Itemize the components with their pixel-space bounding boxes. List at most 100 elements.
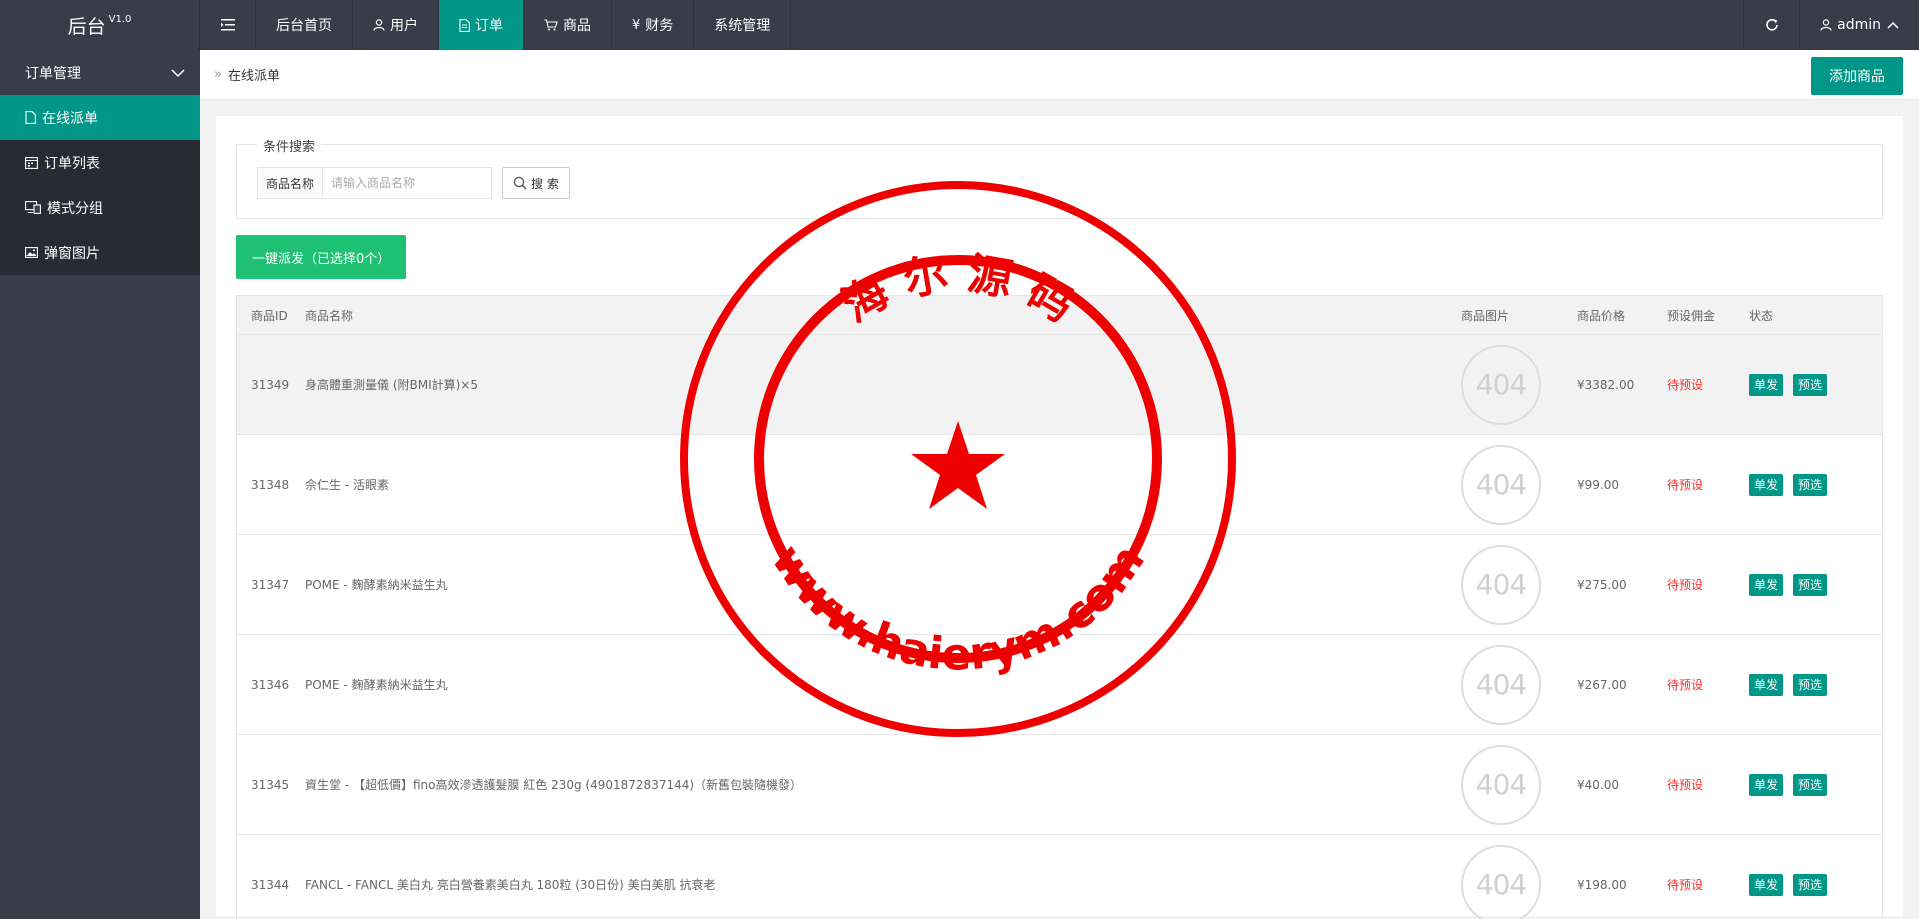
single-send-button[interactable]: 单发 xyxy=(1749,873,1784,896)
cell-id: 31344 xyxy=(251,877,290,892)
image-icon xyxy=(25,247,38,258)
nav-home[interactable]: 后台首页 xyxy=(256,0,353,50)
search-button[interactable]: 搜 索 xyxy=(502,167,570,199)
single-send-button[interactable]: 单发 xyxy=(1749,373,1784,396)
cell-price: ¥99.00 xyxy=(1577,477,1619,492)
cell-id: 31348 xyxy=(251,477,290,492)
nav-finance[interactable]: ¥ 财务 xyxy=(612,0,695,50)
nav-products[interactable]: 商品 xyxy=(524,0,612,50)
col-header-price[interactable]: 商品价格 xyxy=(1577,307,1667,324)
top-nav: 后台首页 用户 订单 商品 ¥ 财务 系统管理 xyxy=(200,0,792,50)
nav-users[interactable]: 用户 xyxy=(353,0,439,50)
bulk-dispatch-button[interactable]: 一键派发（已选择0个） xyxy=(236,235,407,279)
table-row[interactable]: 31346 POME - 麴酵素納米益生丸 404 ¥267.00 待预设 单发 预选 xyxy=(237,635,1882,735)
cell-commission: 待预设 xyxy=(1667,578,1704,592)
yen-icon: ¥ xyxy=(632,17,641,33)
double-chevron-right-icon: » xyxy=(214,67,222,82)
sidebar-item-popup-image[interactable]: 弹窗图片 xyxy=(0,230,200,275)
single-send-button[interactable]: 单发 xyxy=(1749,473,1784,496)
product-name-input[interactable] xyxy=(322,167,493,199)
breadcrumb-current: 在线派单 xyxy=(227,69,280,84)
preselect-button[interactable]: 预选 xyxy=(1793,773,1828,796)
preselect-button[interactable]: 预选 xyxy=(1793,873,1828,896)
nav-products-label: 商品 xyxy=(563,18,591,34)
cell-image: 404 xyxy=(1461,644,1577,725)
sidebar-item-label: 弹窗图片 xyxy=(44,245,100,262)
nav-home-label: 后台首页 xyxy=(276,18,332,34)
breadcrumb: » 在线派单 添加商品 xyxy=(200,50,1919,100)
preselect-button[interactable]: 预选 xyxy=(1793,373,1828,396)
col-header-status[interactable]: 状态 xyxy=(1749,307,1869,324)
sidebar-submenu: 在线派单 订单列表 模式分组 弹窗图片 xyxy=(0,95,200,275)
sidebar-item-label: 订单列表 xyxy=(44,155,100,172)
cell-price: ¥275.00 xyxy=(1577,577,1627,592)
single-send-button[interactable]: 单发 xyxy=(1749,773,1784,796)
col-header-image[interactable]: 商品图片 xyxy=(1461,307,1577,324)
cell-actions: 单发 预选 xyxy=(1749,373,1869,396)
table-row[interactable]: 31344 FANCL - FANCL 美白丸 亮白營養素美白丸 180粒 (30… xyxy=(237,835,1882,919)
cell-image: 404 xyxy=(1461,344,1577,425)
cell-price: ¥40.00 xyxy=(1577,777,1619,792)
user-icon xyxy=(1820,19,1832,31)
product-name-label: 商品名称 xyxy=(257,167,323,199)
col-header-id[interactable]: 商品ID xyxy=(237,307,305,324)
header-right: admin xyxy=(1743,0,1919,50)
table-row[interactable]: 31345 資生堂 - 【超低價】fino高效滲透護髮膜 紅色 230g (490… xyxy=(237,735,1882,835)
logo-text: 后台 xyxy=(67,15,106,38)
cell-price: ¥198.00 xyxy=(1577,877,1627,892)
sidebar: 订单管理 在线派单 订单列表 模式分组 弹窗图片 xyxy=(0,50,200,919)
preselect-button[interactable]: 预选 xyxy=(1793,673,1828,696)
single-send-button[interactable]: 单发 xyxy=(1749,673,1784,696)
table-row[interactable]: 31349 身高體重測量儀 (附BMI計算)×5 404 ¥3382.00 待预设 单发预… xyxy=(237,335,1882,435)
cell-image: 404 xyxy=(1461,544,1577,625)
table-row[interactable]: 31348 佘仁生 - 活眼素 404 ¥99.00 待预设 单发 预选 xyxy=(237,435,1882,535)
cart-icon xyxy=(544,19,558,31)
sidebar-item-label: 在线派单 xyxy=(42,110,98,127)
cell-name: 佘仁生 - 活眼素 xyxy=(305,478,389,492)
nav-orders[interactable]: 订单 xyxy=(439,0,524,50)
image-placeholder-404: 404 xyxy=(1461,744,1541,825)
cell-commission: 待预设 xyxy=(1667,378,1704,392)
sidebar-item-mode-group[interactable]: 模式分组 xyxy=(0,185,200,230)
chevron-down-icon xyxy=(171,68,185,77)
user-icon xyxy=(373,19,385,31)
sidebar-item-online-dispatch[interactable]: 在线派单 xyxy=(0,95,200,140)
document-icon xyxy=(459,18,470,32)
top-header: 后台 V1.0 后台首页 用户 订单 商品 ¥ 财务 系统管理 admin xyxy=(0,0,1919,50)
image-placeholder-404: 404 xyxy=(1461,544,1541,625)
calendar-icon xyxy=(25,156,38,169)
cell-actions: 单发 预选 xyxy=(1749,673,1869,696)
cell-id: 31345 xyxy=(251,777,290,792)
user-menu[interactable]: admin xyxy=(1799,0,1919,50)
monitor-icon xyxy=(25,201,41,214)
document-icon xyxy=(25,111,36,124)
cell-name: POME - 麴酵素納米益生丸 xyxy=(305,578,448,592)
col-header-name[interactable]: 商品名称 xyxy=(305,307,1461,324)
menu-fold-icon xyxy=(220,19,235,31)
search-button-label: 搜 索 xyxy=(531,176,559,191)
cell-name: 資生堂 - 【超低價】fino高效滲透護髮膜 紅色 230g (49018728… xyxy=(305,778,803,792)
refresh-button[interactable] xyxy=(1743,0,1799,50)
sidebar-group-orders[interactable]: 订单管理 xyxy=(0,50,200,95)
cell-image: 404 xyxy=(1461,744,1577,825)
cell-name: FANCL - FANCL 美白丸 亮白營養素美白丸 180粒 (30日份) 美… xyxy=(305,878,716,892)
preselect-button[interactable]: 预选 xyxy=(1793,573,1828,596)
cell-name: POME - 麴酵素納米益生丸 xyxy=(305,678,448,692)
search-fieldset: 条件搜索 商品名称 搜 索 xyxy=(236,136,1883,219)
single-send-button[interactable]: 单发 xyxy=(1749,573,1784,596)
search-icon xyxy=(513,176,527,190)
cell-id: 31347 xyxy=(251,577,290,592)
add-product-button[interactable]: 添加商品 xyxy=(1811,57,1903,95)
content-panel: 条件搜索 商品名称 搜 索 一键派发（已选择0个） 商品ID 商品名称 商品图片… xyxy=(216,116,1903,919)
chevron-up-icon xyxy=(1887,21,1899,29)
sidebar-toggle-button[interactable] xyxy=(200,0,256,50)
nav-system[interactable]: 系统管理 xyxy=(694,0,792,50)
refresh-icon xyxy=(1765,18,1778,31)
cell-price: ¥3382.00 xyxy=(1577,377,1635,392)
col-header-commission[interactable]: 预设佣金 xyxy=(1667,307,1749,324)
image-placeholder-404: 404 xyxy=(1461,844,1541,919)
table-row[interactable]: 31347 POME - 麴酵素納米益生丸 404 ¥275.00 待预设 单发 预选 xyxy=(237,535,1882,635)
sidebar-item-order-list[interactable]: 订单列表 xyxy=(0,140,200,185)
preselect-button[interactable]: 预选 xyxy=(1793,473,1828,496)
version-badge: V1.0 xyxy=(108,13,132,25)
